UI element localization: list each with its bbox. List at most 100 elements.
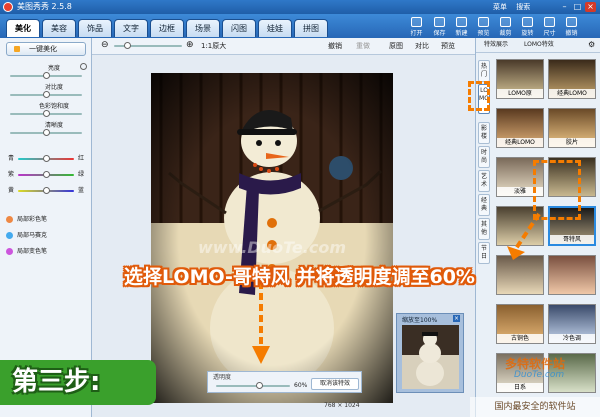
one-click-beautify-button[interactable]: 一键美化 — [6, 42, 86, 56]
vtab-classic[interactable]: 经典 — [478, 194, 490, 216]
app-title: 美图秀秀 2.5.8 — [17, 2, 72, 11]
crop-icon — [500, 17, 511, 27]
green-label: 绿 — [78, 171, 85, 178]
tab-decorations[interactable]: 饰品 — [78, 19, 112, 37]
preview-close-icon[interactable]: × — [453, 315, 460, 322]
effect-thumb-2[interactable]: 经典LOMO — [548, 59, 596, 99]
photo-canvas[interactable]: www.DuoTe.com — [151, 73, 393, 403]
save-button[interactable]: 保存 — [430, 17, 449, 37]
yellow-blue-slider[interactable] — [18, 187, 74, 194]
title-bar: 美图秀秀 2.5.8 菜单 搜索 – □ × — [0, 0, 600, 14]
vtab-other[interactable]: 其他 — [478, 218, 490, 240]
main-tabs-bar: 美化 美容 饰品 文字 边框 场景 闪图 娃娃 拼图 打开 保存 新建 预览 裁… — [0, 14, 600, 38]
saturation-slider[interactable] — [10, 110, 82, 117]
mosaic-icon — [6, 232, 13, 239]
settings-icon[interactable]: ⚙ — [588, 38, 595, 52]
brightness-label: 亮度 — [47, 65, 60, 72]
domain-watermark: DuoTe.com — [514, 370, 565, 380]
saturation-label: 色彩饱和度 — [38, 103, 69, 110]
search-link[interactable]: 搜索 — [516, 3, 530, 11]
resize-button[interactable]: 尺寸 — [540, 17, 559, 37]
effects-panel-header: 特效展示 LOMO特效 ⚙ — [476, 38, 600, 53]
magic-wand-icon — [14, 46, 20, 52]
local-mosaic-brush[interactable]: 局部马赛克 — [6, 230, 47, 241]
minimize-button[interactable]: – — [559, 2, 570, 12]
local-color-brush[interactable]: 局部彩色笔 — [6, 214, 47, 225]
reset-icon[interactable] — [80, 63, 87, 70]
cyan-label: 青 — [8, 155, 15, 162]
effect-cool-tone[interactable]: 冷色调 — [548, 304, 596, 344]
menu-link[interactable]: 菜单 — [493, 3, 507, 11]
local-recolor-brush[interactable]: 局部变色笔 — [6, 246, 47, 257]
rotate-button[interactable]: 旋转 — [518, 17, 537, 37]
yellow-label: 黄 — [8, 187, 15, 194]
maximize-button[interactable]: □ — [572, 2, 583, 12]
undo-button[interactable]: 撤销 — [328, 41, 342, 51]
effect-bronze[interactable]: 古铜色 — [496, 304, 544, 344]
tab-beautify[interactable]: 美化 — [6, 19, 40, 37]
arrow-down-icon — [252, 282, 270, 364]
tab-collage[interactable]: 拼图 — [294, 19, 328, 37]
opacity-control-bar: 透明度 60% 取消该特效 — [207, 371, 362, 393]
contrast-label: 对比度 — [44, 84, 63, 91]
purple-green-slider[interactable] — [18, 171, 74, 178]
vtab-art[interactable]: 艺术 — [478, 170, 490, 192]
effect-lomo-original[interactable]: LOMO原 — [496, 59, 544, 99]
new-button[interactable]: 新建 — [452, 17, 471, 37]
zoom-out-icon[interactable]: ⊖ — [101, 40, 109, 50]
effect-thumb-9[interactable] — [496, 255, 544, 295]
opacity-slider[interactable] — [216, 382, 290, 389]
purple-label: 紫 — [8, 171, 15, 178]
resize-icon — [544, 17, 555, 27]
slogan-watermark: 国内最安全的软件站 — [470, 397, 600, 417]
vtab-hot[interactable]: 热门 — [478, 60, 490, 82]
effect-classic-lomo[interactable]: 经典LOMO — [496, 108, 544, 148]
snowman-photo: www.DuoTe.com — [151, 73, 393, 403]
rotate-icon — [522, 17, 533, 27]
tab-scene[interactable]: 场景 — [186, 19, 220, 37]
image-dimensions: 768 × 1024 — [324, 402, 360, 409]
title-extra: 菜单 搜索 — [493, 1, 553, 13]
brightness-slider[interactable] — [10, 72, 82, 79]
cancel-effect-button[interactable]: 取消该特效 — [311, 378, 359, 390]
zoom-slider[interactable] — [114, 42, 182, 49]
highlight-lomo-tab — [468, 81, 490, 111]
recolor-brush-icon — [6, 248, 13, 255]
actual-size-button[interactable]: 1:1原大 — [201, 41, 226, 51]
close-button[interactable]: × — [585, 2, 596, 12]
cyan-red-slider[interactable] — [18, 155, 74, 162]
effect-film[interactable]: 胶片 — [548, 108, 596, 148]
tab-doll[interactable]: 娃娃 — [258, 19, 292, 37]
app-logo-icon — [3, 2, 13, 12]
opacity-slider-knob[interactable] — [256, 382, 263, 389]
tab-beauty[interactable]: 美容 — [42, 19, 76, 37]
crop-button[interactable]: 裁剪 — [496, 17, 515, 37]
canvas-toolbar: ⊖ ⊕ 1:1原大 撤销 重做 原图 对比 预览 — [92, 38, 475, 55]
vtab-studio[interactable]: 影楼 — [478, 122, 490, 144]
instruction-headline: 选择LOMO-哥特风 并将透明度调至60% — [124, 266, 475, 288]
new-icon — [456, 17, 467, 27]
opacity-label: 透明度 — [213, 374, 232, 381]
tab-flash[interactable]: 闪图 — [222, 19, 256, 37]
preview-title: 缩放至100% — [402, 317, 438, 324]
preview-image — [402, 325, 459, 389]
step-badge: 第三步: — [0, 360, 156, 405]
color-brush-icon — [6, 216, 13, 223]
undo-toolbar-button[interactable]: 撤销 — [562, 17, 581, 37]
opacity-value: 60% — [294, 382, 308, 389]
original-button[interactable]: 原图 — [389, 41, 403, 51]
zoom-in-icon[interactable]: ⊕ — [186, 40, 194, 50]
sharpness-slider[interactable] — [10, 129, 82, 136]
effect-thumb-10[interactable] — [548, 255, 596, 295]
vtab-fashion[interactable]: 时尚 — [478, 146, 490, 168]
tab-text[interactable]: 文字 — [114, 19, 148, 37]
vtab-holiday[interactable]: 节日 — [478, 242, 490, 264]
preview-button[interactable]: 预览 — [474, 17, 493, 37]
contrast-slider[interactable] — [10, 91, 82, 98]
open-button[interactable]: 打开 — [407, 17, 426, 37]
arrow-diagonal-icon — [507, 212, 541, 260]
tab-frame[interactable]: 边框 — [150, 19, 184, 37]
preview-toggle-button[interactable]: 预览 — [441, 41, 455, 51]
redo-button[interactable]: 重做 — [356, 41, 370, 51]
compare-button[interactable]: 对比 — [415, 41, 429, 51]
